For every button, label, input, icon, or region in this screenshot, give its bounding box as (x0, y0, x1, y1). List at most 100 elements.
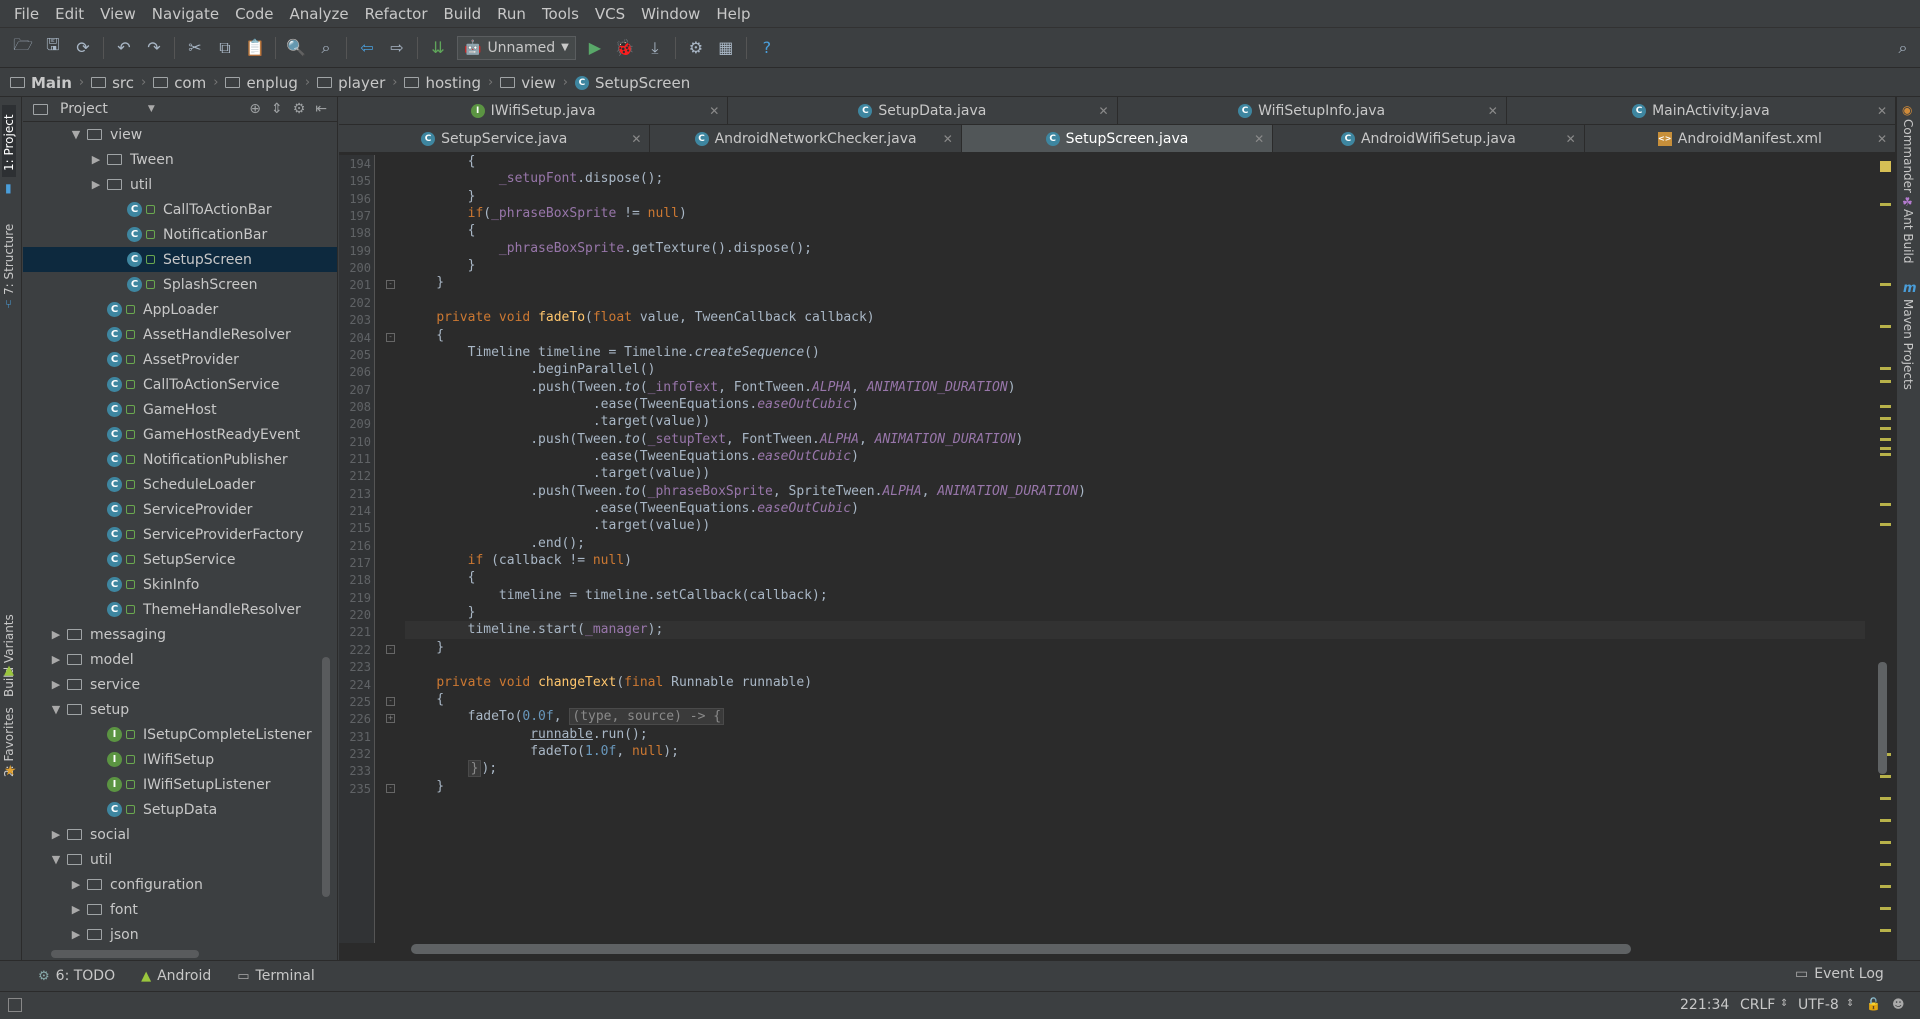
tree-class[interactable]: C ServiceProvider (23, 497, 337, 522)
menu-item-run[interactable]: Run (489, 5, 534, 23)
menu-item-help[interactable]: Help (708, 5, 758, 23)
collapsed-arrow-icon[interactable]: ▶ (89, 153, 103, 166)
warning-marker[interactable] (1880, 367, 1891, 370)
warning-marker[interactable] (1880, 427, 1891, 430)
warning-marker[interactable] (1880, 885, 1891, 888)
warning-marker[interactable] (1880, 283, 1891, 286)
tab-ant-build[interactable]: Ant Build (1901, 209, 1915, 263)
tree-hscrollbar[interactable] (51, 950, 199, 958)
chevron-down-icon[interactable]: ▼ (148, 104, 155, 114)
warning-marker[interactable] (1880, 453, 1891, 456)
menu-item-file[interactable]: File (6, 5, 47, 23)
collapsed-arrow-icon[interactable]: ▶ (49, 653, 63, 666)
sync-icon[interactable]: ⟳ (70, 35, 96, 61)
replace-icon[interactable]: ⌕ (313, 35, 339, 61)
code-line[interactable]: timeline = timeline.setCallback(callback… (405, 587, 828, 604)
code-line[interactable]: } (405, 274, 444, 291)
code-line[interactable]: { (405, 222, 476, 239)
code-line[interactable]: timeline.start(_manager); (405, 621, 1865, 639)
code-line[interactable]: .ease(TweenEquations.easeOutCubic) (405, 500, 859, 517)
code-line[interactable]: .ease(TweenEquations.easeOutCubic) (405, 448, 859, 465)
close-icon[interactable]: ✕ (1098, 104, 1108, 118)
breadcrumb-item[interactable]: enplug (225, 74, 298, 92)
tree-folder[interactable]: ▼ view (23, 122, 337, 147)
tree-class[interactable]: C AssetProvider (23, 347, 337, 372)
event-log-button[interactable]: ▭ Event Log (1795, 966, 1884, 982)
code-line[interactable]: runnable.run(); (405, 726, 647, 743)
redo-icon[interactable]: ↷ (141, 35, 167, 61)
warning-marker[interactable] (1880, 775, 1891, 778)
code-line[interactable]: private void fadeTo(float value, TweenCa… (405, 309, 874, 326)
tree-folder[interactable]: ▶ social (23, 822, 337, 847)
editor-tab[interactable]: C SetupScreen.java ✕ (961, 125, 1274, 152)
code-area[interactable]: { _setupFont.dispose(); } if(_phraseBoxS… (405, 155, 1865, 943)
warning-marker[interactable] (1880, 203, 1891, 206)
code-line[interactable]: } (405, 188, 476, 205)
editor-hscrollbar[interactable] (411, 944, 1631, 954)
expanded-arrow-icon[interactable]: ▼ (49, 853, 63, 866)
close-icon[interactable]: ✕ (1254, 132, 1264, 146)
tree-class[interactable]: C ServiceProviderFactory (23, 522, 337, 547)
tree-folder[interactable]: ▼ setup (23, 697, 337, 722)
tree-class[interactable]: C ScheduleLoader (23, 472, 337, 497)
fold-collapse-icon[interactable]: - (386, 644, 395, 654)
warning-marker[interactable] (1880, 417, 1891, 420)
collapsed-arrow-icon[interactable]: ▶ (69, 903, 83, 916)
line-separator[interactable]: CRLF (1740, 997, 1775, 1013)
close-icon[interactable]: ✕ (1566, 132, 1576, 146)
code-line[interactable]: fadeTo(1.0f, null); (405, 743, 679, 760)
tree-class[interactable]: I ISetupCompleteListener (23, 722, 337, 747)
tree-class[interactable]: C NotificationBar (23, 222, 337, 247)
editor-tab[interactable]: C WifiSetupInfo.java ✕ (1118, 97, 1507, 124)
tree-folder[interactable]: ▶ Tween (23, 147, 337, 172)
project-structure-icon[interactable]: ▦ (713, 35, 739, 61)
back-icon[interactable]: ⇦ (354, 35, 380, 61)
collapsed-arrow-icon[interactable]: ▶ (49, 628, 63, 641)
code-line[interactable]: if (callback != null) (405, 552, 632, 569)
warning-marker[interactable] (1880, 907, 1891, 910)
breadcrumb-item[interactable]: view (500, 74, 556, 92)
code-line[interactable]: Timeline timeline = Timeline.createSeque… (405, 344, 820, 361)
code-line[interactable]: private void changeText(final Runnable r… (405, 674, 812, 691)
tab-structure[interactable]: 7: Structure (2, 205, 16, 295)
tree-class[interactable]: I IWifiSetup (23, 747, 337, 772)
tree-class[interactable]: C NotificationPublisher (23, 447, 337, 472)
fold-collapse-icon[interactable]: - (386, 783, 395, 793)
tree-class[interactable]: C SetupScreen (23, 247, 337, 272)
breadcrumb-item[interactable]: src (91, 74, 134, 92)
forward-icon[interactable]: ⇨ (384, 35, 410, 61)
file-encoding[interactable]: UTF-8 (1798, 997, 1839, 1013)
tool-window-android[interactable]: ▲ Android (141, 968, 211, 984)
breadcrumb-item[interactable]: player (317, 74, 385, 92)
collapsed-arrow-icon[interactable]: ▶ (89, 178, 103, 191)
expanded-arrow-icon[interactable]: ▼ (49, 703, 63, 716)
code-line[interactable]: } (405, 778, 444, 795)
code-line[interactable]: } (405, 604, 476, 621)
tree-class[interactable]: C AssetHandleResolver (23, 322, 337, 347)
code-line[interactable]: .push(Tween.to(_phraseBoxSprite, SpriteT… (405, 483, 1086, 500)
tab-project[interactable]: 1: Project (2, 105, 16, 177)
tree-class[interactable]: C CallToActionService (23, 372, 337, 397)
warning-marker[interactable] (1880, 380, 1891, 383)
tree-folder[interactable]: ▶ model (23, 647, 337, 672)
tree-class[interactable]: C AppLoader (23, 297, 337, 322)
code-line[interactable]: { (405, 569, 476, 586)
tab-build-variants[interactable]: Build Variants (2, 587, 16, 697)
code-line[interactable]: .beginParallel() (405, 361, 655, 378)
close-icon[interactable]: ✕ (1877, 132, 1887, 146)
save-icon[interactable]: 🖫 (40, 35, 66, 61)
close-icon[interactable]: ✕ (1877, 104, 1887, 118)
make-project-icon[interactable]: ⇊ (425, 35, 451, 61)
tree-folder[interactable]: ▶ util (23, 172, 337, 197)
fold-collapse-icon[interactable]: - (386, 280, 395, 290)
warning-marker[interactable] (1880, 863, 1891, 866)
undo-icon[interactable]: ↶ (111, 35, 137, 61)
menu-item-vcs[interactable]: VCS (587, 5, 633, 23)
editor-tab[interactable]: <> AndroidManifest.xml ✕ (1585, 125, 1897, 152)
tool-window-todo[interactable]: ⚙ 6: TODO (38, 968, 115, 984)
fold-collapse-icon[interactable]: - (386, 696, 395, 706)
tree-folder[interactable]: ▼ util (23, 847, 337, 872)
editor-tab[interactable]: C AndroidWifiSetup.java ✕ (1273, 125, 1585, 152)
tree-class[interactable]: C GameHost (23, 397, 337, 422)
collapsed-arrow-icon[interactable]: ▶ (69, 928, 83, 941)
